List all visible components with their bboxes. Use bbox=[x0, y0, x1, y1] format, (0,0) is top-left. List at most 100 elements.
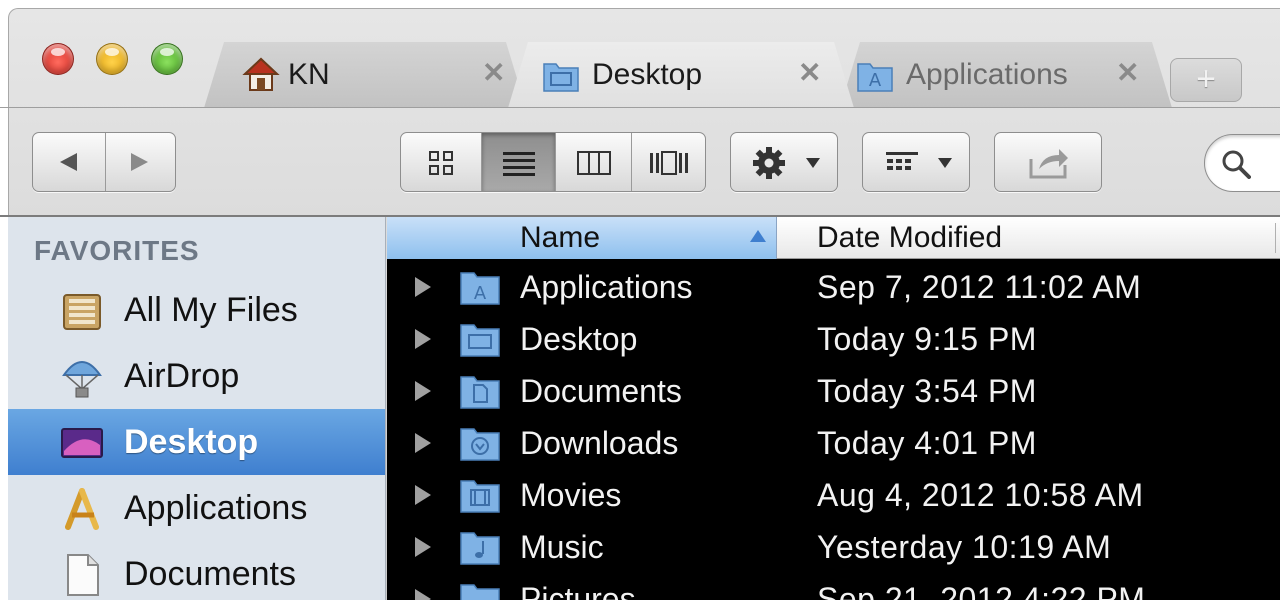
minimize-window-button[interactable] bbox=[96, 43, 128, 75]
row-date: Sep 21, 2012 4:22 PM bbox=[817, 581, 1146, 600]
documents-folder-icon bbox=[460, 376, 500, 409]
row-date: Today 3:54 PM bbox=[817, 373, 1037, 409]
cover-flow-view-button[interactable] bbox=[631, 133, 705, 191]
table-row[interactable]: Downloads Today 4:01 PM bbox=[387, 417, 1280, 469]
desktop-icon bbox=[61, 428, 103, 458]
back-forward-buttons bbox=[32, 132, 176, 192]
sidebar-item-label: Desktop bbox=[124, 423, 259, 461]
column-header-name[interactable]: Name bbox=[387, 217, 777, 259]
back-arrow-icon bbox=[60, 153, 77, 171]
applications-icon bbox=[65, 488, 99, 530]
sidebar-item-label: Applications bbox=[124, 489, 308, 527]
svg-text:A: A bbox=[869, 70, 882, 91]
row-name: Movies bbox=[520, 477, 622, 513]
arrange-grid-icon bbox=[886, 152, 918, 170]
forward-button[interactable] bbox=[105, 133, 175, 191]
column-divider bbox=[1275, 223, 1276, 253]
sidebar-item-label: AirDrop bbox=[124, 357, 240, 395]
close-window-button[interactable] bbox=[42, 43, 74, 75]
close-tab-icon[interactable]: ✕ bbox=[798, 56, 821, 89]
column-header-date-modified[interactable]: Date Modified bbox=[817, 221, 1002, 255]
action-menu-button[interactable] bbox=[730, 132, 838, 192]
list-view-button[interactable] bbox=[481, 133, 555, 191]
row-name: Music bbox=[520, 529, 604, 565]
disclosure-triangle-icon[interactable] bbox=[413, 275, 433, 299]
downloads-folder-icon bbox=[460, 428, 500, 461]
tab-applications[interactable]: A Applications ✕ bbox=[840, 42, 1172, 108]
table-row[interactable]: A Applications Sep 7, 2012 11:02 AM bbox=[387, 261, 1280, 313]
disclosure-triangle-icon[interactable] bbox=[413, 379, 433, 403]
disclosure-triangle-icon[interactable] bbox=[413, 431, 433, 455]
disclosure-triangle-icon[interactable] bbox=[413, 587, 433, 600]
column-header-bar: Name Date Modified bbox=[387, 217, 1280, 259]
all-my-files-icon bbox=[63, 294, 101, 330]
row-name: Documents bbox=[520, 373, 682, 409]
share-icon bbox=[1029, 149, 1068, 179]
arrange-menu-button[interactable] bbox=[862, 132, 970, 192]
row-name: Desktop bbox=[520, 321, 638, 357]
icon-view-button[interactable] bbox=[401, 133, 481, 191]
documents-icon bbox=[67, 554, 99, 596]
back-button[interactable] bbox=[33, 133, 105, 191]
table-row[interactable]: Documents Today 3:54 PM bbox=[387, 365, 1280, 417]
view-mode-selector bbox=[400, 132, 706, 192]
search-icon bbox=[1222, 150, 1251, 179]
tab-bar-divider bbox=[0, 107, 1280, 108]
sidebar-item-documents[interactable]: Documents bbox=[8, 541, 385, 600]
sidebar: FAVORITES All My Files AirDrop Desktop A… bbox=[8, 217, 386, 600]
tab-title: Desktop bbox=[592, 58, 703, 91]
tab-title: Applications bbox=[906, 58, 1068, 91]
row-date: Yesterday 10:19 AM bbox=[817, 529, 1112, 565]
svg-text:A: A bbox=[474, 283, 487, 304]
columns-icon bbox=[577, 151, 611, 175]
disclosure-triangle-icon[interactable] bbox=[413, 327, 433, 351]
tab-title: KN bbox=[288, 58, 330, 91]
cover-flow-icon bbox=[650, 151, 688, 175]
column-view-button[interactable] bbox=[555, 133, 631, 191]
gear-icon bbox=[753, 147, 785, 179]
table-row[interactable]: Pictures Sep 21, 2012 4:22 PM bbox=[387, 573, 1280, 600]
zoom-window-button[interactable] bbox=[151, 43, 183, 75]
disclosure-triangle-icon[interactable] bbox=[413, 483, 433, 507]
sort-ascending-icon bbox=[750, 230, 766, 242]
sidebar-item-desktop[interactable]: Desktop bbox=[8, 409, 385, 475]
home-icon bbox=[242, 56, 280, 94]
file-list: Name Date Modified A Applications Sep 7,… bbox=[387, 217, 1280, 600]
disclosure-triangle-icon[interactable] bbox=[413, 535, 433, 559]
row-date: Today 4:01 PM bbox=[817, 425, 1037, 461]
applications-folder-icon: A bbox=[460, 272, 500, 305]
list-lines-icon bbox=[503, 152, 535, 176]
icon-grid-icon bbox=[429, 151, 453, 175]
row-date: Aug 4, 2012 10:58 AM bbox=[817, 477, 1144, 513]
desktop-folder-icon bbox=[542, 56, 580, 94]
music-folder-icon bbox=[460, 532, 500, 565]
row-name: Pictures bbox=[520, 581, 636, 600]
close-tab-icon[interactable]: ✕ bbox=[482, 56, 505, 89]
forward-arrow-icon bbox=[131, 153, 148, 171]
search-field[interactable] bbox=[1204, 134, 1280, 192]
sidebar-item-label: Documents bbox=[124, 555, 296, 593]
table-row[interactable]: Music Yesterday 10:19 AM bbox=[387, 521, 1280, 573]
sidebar-item-applications[interactable]: Applications bbox=[8, 475, 385, 541]
sidebar-heading-favorites: FAVORITES bbox=[34, 235, 200, 266]
tab-desktop[interactable]: Desktop ✕ bbox=[508, 42, 854, 108]
sidebar-item-label: All My Files bbox=[124, 291, 298, 329]
sidebar-item-all-my-files[interactable]: All My Files bbox=[8, 277, 385, 343]
row-date: Sep 7, 2012 11:02 AM bbox=[817, 269, 1142, 305]
dropdown-arrow-icon bbox=[938, 158, 952, 168]
airdrop-icon bbox=[62, 361, 102, 398]
dropdown-arrow-icon bbox=[806, 158, 820, 168]
row-date: Today 9:15 PM bbox=[817, 321, 1037, 357]
share-button[interactable] bbox=[994, 132, 1102, 192]
table-row[interactable]: Movies Aug 4, 2012 10:58 AM bbox=[387, 469, 1280, 521]
row-name: Applications bbox=[520, 269, 693, 305]
sidebar-item-airdrop[interactable]: AirDrop bbox=[8, 343, 385, 409]
applications-folder-icon: A bbox=[856, 56, 894, 94]
row-name: Downloads bbox=[520, 425, 679, 461]
table-row[interactable]: Desktop Today 9:15 PM bbox=[387, 313, 1280, 365]
close-tab-icon[interactable]: ✕ bbox=[1116, 56, 1139, 89]
tab-kn[interactable]: KN ✕ bbox=[204, 42, 526, 108]
pictures-folder-icon bbox=[460, 584, 500, 600]
column-header-label: Name bbox=[520, 221, 601, 254]
new-tab-button[interactable]: + bbox=[1170, 58, 1242, 102]
